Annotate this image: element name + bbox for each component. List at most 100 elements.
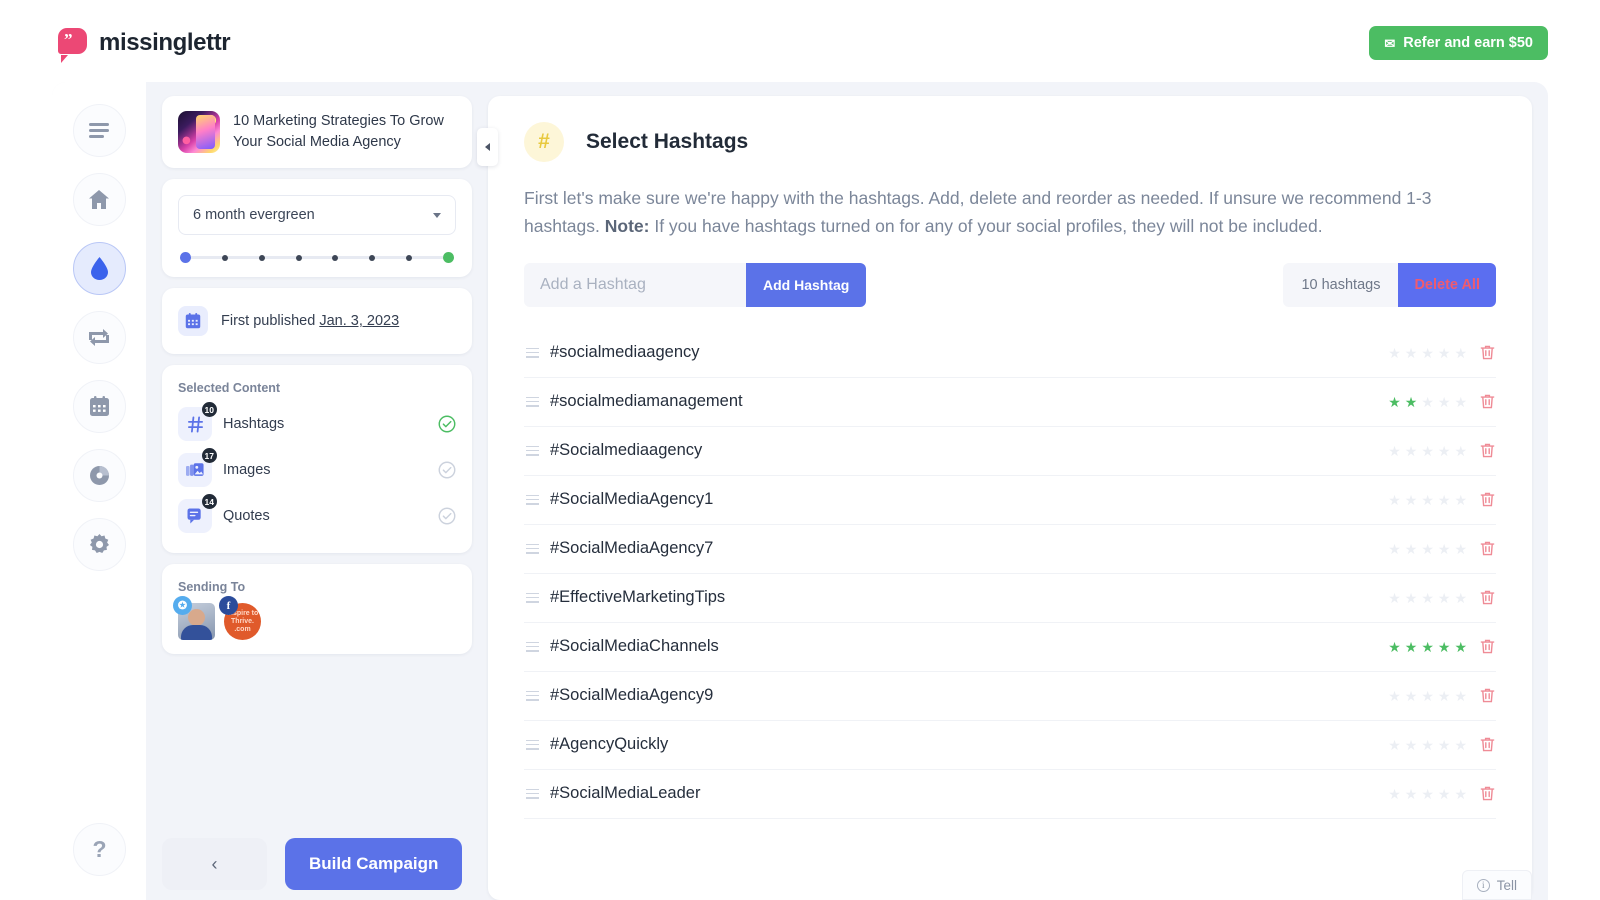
star-icon[interactable]: ★	[1388, 346, 1401, 360]
star-icon[interactable]: ★	[1388, 493, 1401, 507]
star-icon[interactable]: ★	[1454, 689, 1467, 703]
add-hashtag-input[interactable]	[524, 262, 746, 307]
brand-logo[interactable]: ” missinglettr	[58, 28, 231, 63]
star-icon[interactable]: ★	[1438, 689, 1451, 703]
drag-handle-icon[interactable]	[524, 396, 550, 407]
star-icon[interactable]: ★	[1421, 444, 1434, 458]
hashtag-row[interactable]: #socialmediamanagement ★ ★ ★ ★ ★	[524, 378, 1496, 427]
star-icon[interactable]: ★	[1405, 640, 1418, 654]
delete-hashtag-icon[interactable]	[1479, 393, 1496, 410]
delete-hashtag-icon[interactable]	[1479, 687, 1496, 704]
star-icon[interactable]: ★	[1421, 787, 1434, 801]
sidebar-item-curate[interactable]	[72, 311, 126, 364]
delete-hashtag-icon[interactable]	[1479, 491, 1496, 508]
star-icon[interactable]: ★	[1421, 346, 1434, 360]
star-icon[interactable]: ★	[1421, 395, 1434, 409]
star-icon[interactable]: ★	[1405, 591, 1418, 605]
schedule-select[interactable]: 6 month evergreen	[178, 195, 456, 235]
star-icon[interactable]: ★	[1388, 689, 1401, 703]
star-icon[interactable]: ★	[1388, 542, 1401, 556]
drag-handle-icon[interactable]	[524, 788, 550, 799]
delete-hashtag-icon[interactable]	[1479, 638, 1496, 655]
star-icon[interactable]: ★	[1405, 689, 1418, 703]
star-icon[interactable]: ★	[1454, 591, 1467, 605]
build-campaign-button[interactable]: Build Campaign	[285, 838, 463, 890]
hashtag-rating[interactable]: ★ ★ ★ ★ ★	[1388, 444, 1467, 458]
hashtag-row[interactable]: #SocialMediaAgency1 ★ ★ ★ ★ ★	[524, 476, 1496, 525]
star-icon[interactable]: ★	[1421, 493, 1434, 507]
star-icon[interactable]: ★	[1388, 395, 1401, 409]
hashtag-rating[interactable]: ★ ★ ★ ★ ★	[1388, 542, 1467, 556]
drag-handle-icon[interactable]	[524, 641, 550, 652]
star-icon[interactable]: ★	[1454, 787, 1467, 801]
star-icon[interactable]: ★	[1388, 444, 1401, 458]
star-icon[interactable]: ★	[1438, 787, 1451, 801]
hashtag-rating[interactable]: ★ ★ ★ ★ ★	[1388, 346, 1467, 360]
hashtag-rating[interactable]: ★ ★ ★ ★ ★	[1388, 591, 1467, 605]
hashtag-row[interactable]: #AgencyQuickly ★ ★ ★ ★ ★	[524, 721, 1496, 770]
delete-hashtag-icon[interactable]	[1479, 540, 1496, 557]
delete-hashtag-icon[interactable]	[1479, 344, 1496, 361]
hashtag-row[interactable]: #EffectiveMarketingTips ★ ★ ★ ★ ★	[524, 574, 1496, 623]
star-icon[interactable]: ★	[1388, 787, 1401, 801]
hashtag-rating[interactable]: ★ ★ ★ ★ ★	[1388, 689, 1467, 703]
star-icon[interactable]: ★	[1388, 738, 1401, 752]
first-published-date[interactable]: Jan. 3, 2023	[319, 313, 399, 329]
star-icon[interactable]: ★	[1421, 542, 1434, 556]
delete-hashtag-icon[interactable]	[1479, 442, 1496, 459]
drag-handle-icon[interactable]	[524, 739, 550, 750]
hashtag-row[interactable]: #socialmediaagency ★ ★ ★ ★ ★	[524, 329, 1496, 378]
hashtag-row[interactable]: #Socialmediaagency ★ ★ ★ ★ ★	[524, 427, 1496, 476]
star-icon[interactable]: ★	[1405, 738, 1418, 752]
hashtag-row[interactable]: #SocialMediaAgency9 ★ ★ ★ ★ ★	[524, 672, 1496, 721]
star-icon[interactable]: ★	[1454, 542, 1467, 556]
star-icon[interactable]: ★	[1438, 542, 1451, 556]
star-icon[interactable]: ★	[1421, 591, 1434, 605]
drag-handle-icon[interactable]	[524, 347, 550, 358]
star-icon[interactable]: ★	[1388, 591, 1401, 605]
star-icon[interactable]: ★	[1454, 493, 1467, 507]
hashtag-rating[interactable]: ★ ★ ★ ★ ★	[1388, 787, 1467, 801]
star-icon[interactable]: ★	[1454, 346, 1467, 360]
star-icon[interactable]: ★	[1405, 346, 1418, 360]
drag-handle-icon[interactable]	[524, 494, 550, 505]
star-icon[interactable]: ★	[1405, 493, 1418, 507]
sidebar-item-settings[interactable]	[72, 518, 126, 571]
hashtag-rating[interactable]: ★ ★ ★ ★ ★	[1388, 738, 1467, 752]
star-icon[interactable]: ★	[1388, 640, 1401, 654]
star-icon[interactable]: ★	[1438, 591, 1451, 605]
hashtag-row[interactable]: #SocialMediaAgency7 ★ ★ ★ ★ ★	[524, 525, 1496, 574]
hashtag-row[interactable]: #SocialMediaLeader ★ ★ ★ ★ ★	[524, 770, 1496, 819]
tell-widget[interactable]: i Tell	[1461, 870, 1532, 900]
add-hashtag-button[interactable]: Add Hashtag	[746, 262, 867, 307]
sidebar-item-analytics[interactable]	[72, 449, 126, 502]
drag-handle-icon[interactable]	[524, 543, 550, 554]
content-item-images[interactable]: 17 Images	[178, 447, 456, 493]
star-icon[interactable]: ★	[1438, 395, 1451, 409]
sidebar-item-calendar[interactable]	[72, 380, 126, 433]
star-icon[interactable]: ★	[1421, 640, 1434, 654]
sidebar-item-drip[interactable]	[72, 242, 126, 295]
account-avatar-twitter[interactable]: ✪	[173, 596, 215, 640]
back-button[interactable]: ‹	[162, 838, 267, 890]
star-icon[interactable]: ★	[1405, 444, 1418, 458]
refer-and-earn-button[interactable]: ✉ Refer and earn $50	[1369, 26, 1548, 60]
hashtag-rating[interactable]: ★ ★ ★ ★ ★	[1388, 493, 1467, 507]
content-item-hashtags[interactable]: 10 Hashtags	[178, 401, 456, 447]
star-icon[interactable]: ★	[1454, 738, 1467, 752]
star-icon[interactable]: ★	[1454, 395, 1467, 409]
star-icon[interactable]: ★	[1405, 787, 1418, 801]
drag-handle-icon[interactable]	[524, 690, 550, 701]
sidebar-item-home[interactable]	[72, 173, 126, 226]
star-icon[interactable]: ★	[1438, 346, 1451, 360]
star-icon[interactable]: ★	[1405, 542, 1418, 556]
drag-handle-icon[interactable]	[524, 592, 550, 603]
star-icon[interactable]: ★	[1438, 493, 1451, 507]
star-icon[interactable]: ★	[1454, 640, 1467, 654]
help-button[interactable]: ?	[73, 823, 126, 876]
delete-hashtag-icon[interactable]	[1479, 736, 1496, 753]
collapse-sidebar-button[interactable]	[477, 128, 498, 166]
hashtag-row[interactable]: #SocialMediaChannels ★ ★ ★ ★ ★	[524, 623, 1496, 672]
delete-all-button[interactable]: Delete All	[1398, 262, 1496, 307]
content-item-quotes[interactable]: 14 Quotes	[178, 493, 456, 539]
